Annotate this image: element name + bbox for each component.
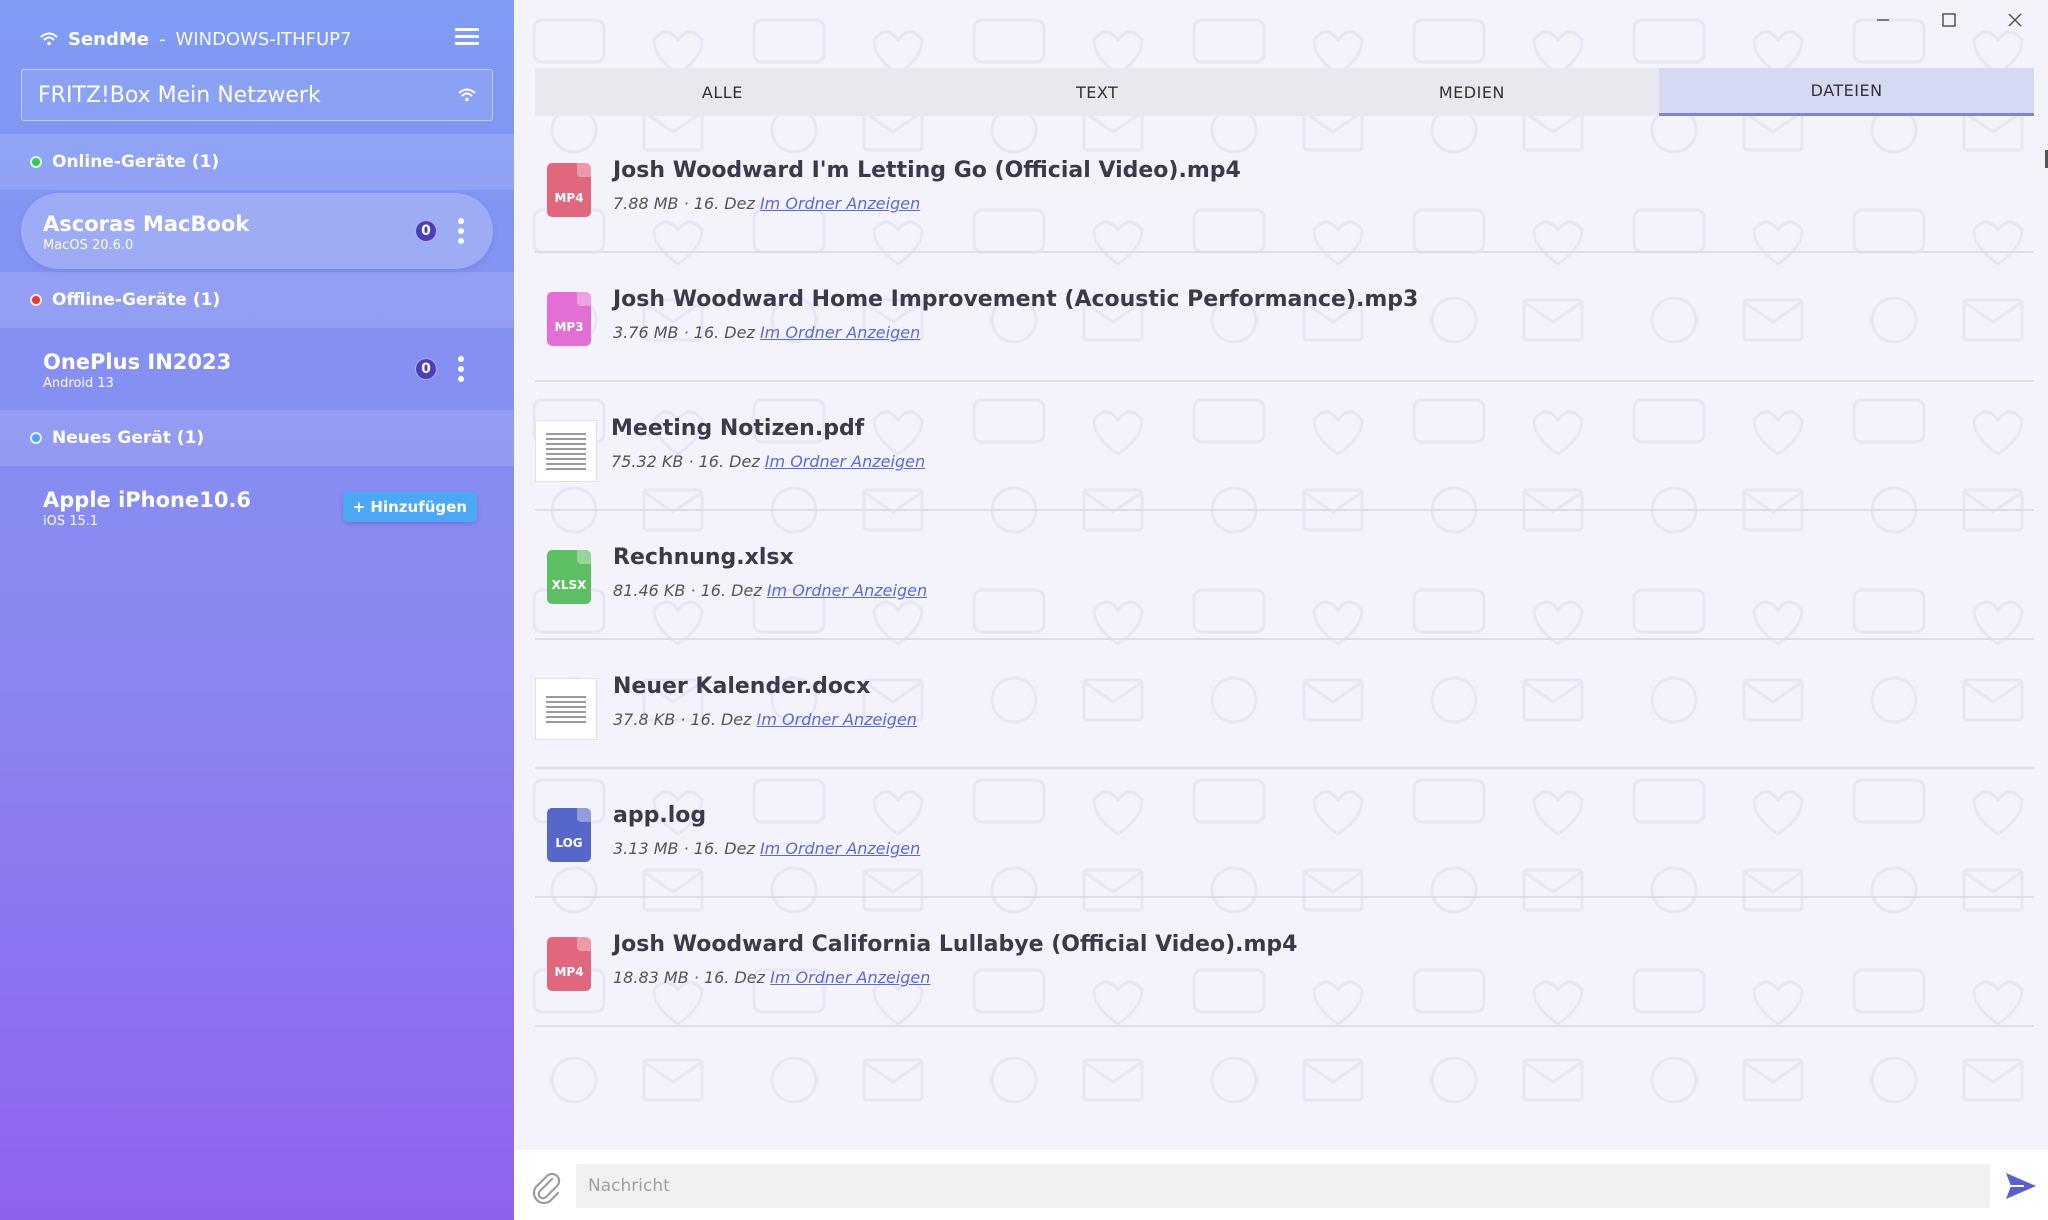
device-name: OnePlus IN2023 xyxy=(43,349,232,374)
pdf-thumbnail-icon xyxy=(535,420,597,482)
device-item-ascoras-macbook[interactable]: Ascoras MacBook MacOS 20.6.0 0 xyxy=(21,193,493,269)
close-icon[interactable] xyxy=(1982,0,2048,40)
file-name: Josh Woodward I'm Letting Go (Official V… xyxy=(613,158,1241,183)
file-name: Josh Woodward California Lullabye (Offic… xyxy=(613,932,1298,957)
device-os: MacOS 20.6.0 xyxy=(43,237,134,253)
message-bar xyxy=(514,1150,2048,1220)
device-name: Apple iPhone10.6 xyxy=(43,487,252,512)
show-in-folder-link[interactable]: Im Ordner Anzeigen xyxy=(770,968,930,987)
section-new-devices: Neues Gerät (1) xyxy=(0,410,514,466)
file-size: 75.32 KB xyxy=(611,452,684,471)
new-status-dot xyxy=(30,432,42,444)
message-input[interactable] xyxy=(576,1164,1990,1208)
log-file-icon: LOG xyxy=(547,808,591,862)
file-date: 16. Dez xyxy=(693,323,755,342)
network-selector[interactable]: FRITZ!Box Mein Netzwerk xyxy=(21,69,493,121)
show-in-folder-link[interactable]: Im Ordner Anzeigen xyxy=(757,710,917,729)
file-size: 3.13 MB xyxy=(613,839,679,858)
file-size: 37.8 KB xyxy=(613,710,676,729)
file-row[interactable]: Neuer Kalender.docx 37.8 KB · 16. Dez Im… xyxy=(535,640,2034,769)
offline-status-dot xyxy=(30,294,42,306)
main-panel: ALLE TEXT MEDIEN DATEIEN MP4 Josh Woodwa… xyxy=(514,0,2048,1220)
section-label: Neues Gerät (1) xyxy=(52,428,205,448)
file-size: 3.76 MB xyxy=(613,323,679,342)
file-date: 16. Dez xyxy=(700,581,762,600)
file-size: 81.46 KB xyxy=(613,581,686,600)
minimize-icon[interactable] xyxy=(1850,0,1916,40)
file-date: 16. Dez xyxy=(690,710,752,729)
wifi-icon xyxy=(40,32,58,46)
file-name: Neuer Kalender.docx xyxy=(613,674,871,699)
device-item-apple-iphone: Apple iPhone10.6 iOS 15.1 + Hinzufügen xyxy=(21,469,493,545)
file-name: Josh Woodward Home Improvement (Acoustic… xyxy=(613,287,1419,312)
device-os: iOS 15.1 xyxy=(43,513,99,529)
file-name: Meeting Notizen.pdf xyxy=(611,416,865,441)
network-name: FRITZ!Box Mein Netzwerk xyxy=(38,82,321,108)
section-label: Offline-Geräte (1) xyxy=(52,290,221,310)
send-icon[interactable] xyxy=(2004,1170,2038,1202)
docx-thumbnail-icon xyxy=(535,678,597,740)
file-row[interactable]: LOG app.log 3.13 MB · 16. Dez Im Ordner … xyxy=(535,769,2034,898)
file-date: 16. Dez xyxy=(703,968,766,987)
tab-dateien[interactable]: DATEIEN xyxy=(1659,68,2034,116)
hamburger-menu-icon[interactable] xyxy=(455,28,479,50)
section-label: Online-Geräte (1) xyxy=(52,152,220,172)
file-date: 16. Dez xyxy=(693,194,755,213)
file-date: 16. Dez xyxy=(693,839,755,858)
file-row[interactable]: MP4 Josh Woodward I'm Letting Go (Offici… xyxy=(535,124,2034,253)
show-in-folder-link[interactable]: Im Ordner Anzeigen xyxy=(760,194,920,213)
device-item-oneplus[interactable]: OnePlus IN2023 Android 13 0 xyxy=(21,331,493,407)
tab-bar: ALLE TEXT MEDIEN DATEIEN xyxy=(535,68,2034,116)
file-size: 7.88 MB xyxy=(613,194,679,213)
device-os: Android 13 xyxy=(43,375,114,391)
paperclip-icon[interactable] xyxy=(530,1170,562,1204)
tab-medien[interactable]: MEDIEN xyxy=(1285,68,1660,116)
tab-text[interactable]: TEXT xyxy=(910,68,1285,116)
file-row[interactable]: Meeting Notizen.pdf 75.32 KB · 16. Dez I… xyxy=(535,382,2034,511)
more-options-icon[interactable] xyxy=(457,218,465,244)
mp4-file-icon: MP4 xyxy=(547,163,591,217)
show-in-folder-link[interactable]: Im Ordner Anzeigen xyxy=(760,323,920,342)
device-name: Ascoras MacBook xyxy=(43,211,250,236)
file-row[interactable]: XLSX Rechnung.xlsx 81.46 KB · 16. Dez Im… xyxy=(535,511,2034,640)
maximize-icon[interactable] xyxy=(1916,0,1982,40)
window-controls xyxy=(1850,0,2048,40)
unread-count-badge: 0 xyxy=(415,358,437,380)
host-name: WINDOWS-ITHFUP7 xyxy=(175,28,352,50)
show-in-folder-link[interactable]: Im Ordner Anzeigen xyxy=(760,839,920,858)
title-separator: - xyxy=(159,28,166,50)
file-size: 18.83 MB xyxy=(613,968,689,987)
sidebar: SendMe - WINDOWS-ITHFUP7 FRITZ!Box Mein … xyxy=(0,0,514,1220)
mp3-file-icon: MP3 xyxy=(547,292,591,346)
online-status-dot xyxy=(30,156,42,168)
mp4-file-icon: MP4 xyxy=(547,937,591,991)
file-name: app.log xyxy=(613,803,707,828)
add-device-button[interactable]: + Hinzufügen xyxy=(342,492,477,522)
unread-count-badge: 0 xyxy=(415,220,437,242)
file-name: Rechnung.xlsx xyxy=(613,545,794,570)
show-in-folder-link[interactable]: Im Ordner Anzeigen xyxy=(767,581,927,600)
more-options-icon[interactable] xyxy=(457,356,465,382)
file-row[interactable]: MP3 Josh Woodward Home Improvement (Acou… xyxy=(535,253,2034,382)
xlsx-file-icon: XLSX xyxy=(547,550,591,604)
file-row[interactable]: MP4 Josh Woodward California Lullabye (O… xyxy=(535,898,2034,1027)
wifi-icon xyxy=(458,88,476,102)
app-name: SendMe xyxy=(68,28,149,50)
app-title: SendMe - WINDOWS-ITHFUP7 xyxy=(40,24,352,54)
section-offline-devices: Offline-Geräte (1) xyxy=(0,272,514,328)
file-date: 16. Dez xyxy=(698,452,760,471)
section-online-devices: Online-Geräte (1) xyxy=(0,134,514,190)
show-in-folder-link[interactable]: Im Ordner Anzeigen xyxy=(765,452,925,471)
tab-alle[interactable]: ALLE xyxy=(535,68,910,116)
file-list: MP4 Josh Woodward I'm Letting Go (Offici… xyxy=(535,124,2034,1027)
